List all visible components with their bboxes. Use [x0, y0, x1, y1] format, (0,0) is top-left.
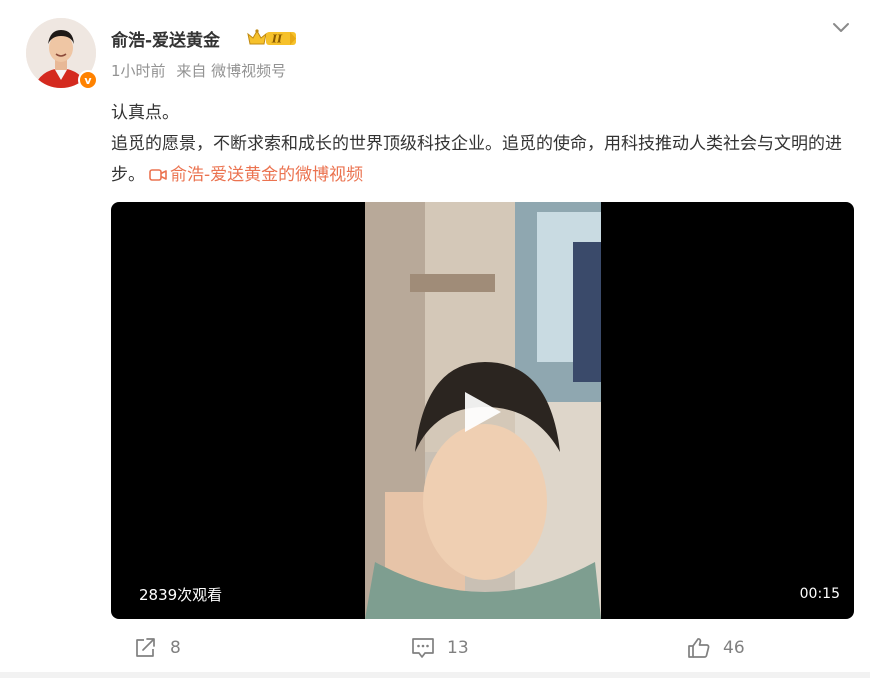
comment-count: 13 [447, 638, 469, 658]
video-player[interactable]: 2839次观看 00:15 [111, 202, 854, 619]
svg-text:II: II [271, 33, 283, 46]
video-link-label: 俞浩-爱送黄金的微博视频 [170, 165, 364, 185]
repost-count: 8 [170, 638, 181, 658]
like-count: 46 [723, 638, 745, 658]
like-button[interactable]: 46 [687, 630, 745, 666]
post-meta: 1小时前 来自 微博视频号 [111, 60, 292, 81]
video-duration: 00:15 [799, 586, 840, 602]
repost-button[interactable]: 8 [134, 630, 181, 666]
post-source[interactable]: 来自 微博视频号 [176, 62, 286, 80]
video-link[interactable]: 俞浩-爱送黄金的微博视频 [145, 165, 363, 185]
view-count: 2839次观看 [139, 586, 223, 604]
video-camera-icon [149, 163, 167, 194]
like-icon [688, 638, 710, 658]
post-text-line1: 认真点。 [111, 103, 179, 123]
post-time[interactable]: 1小时前 [111, 62, 166, 80]
divider [0, 672, 870, 678]
repost-icon [136, 638, 155, 657]
chevron-down-icon[interactable] [829, 17, 853, 37]
action-bar: 8 13 46 [0, 630, 870, 666]
verified-badge-icon: v [78, 70, 98, 90]
post-text: 认真点。 追觅的愿景，不断求索和成长的世界顶级科技企业。追觅的使命，用科技推动人… [111, 98, 851, 194]
comment-icon [412, 638, 434, 658]
level-crown-icon[interactable]: II [246, 28, 298, 48]
post-text-body: 追觅的愿景，不断求索和成长的世界顶级科技企业。追觅的使命，用科技推动人类社会与文… [111, 129, 851, 194]
play-icon[interactable] [457, 388, 505, 436]
author-name[interactable]: 俞浩-爱送黄金 [111, 26, 220, 51]
comment-button[interactable]: 13 [411, 630, 469, 666]
